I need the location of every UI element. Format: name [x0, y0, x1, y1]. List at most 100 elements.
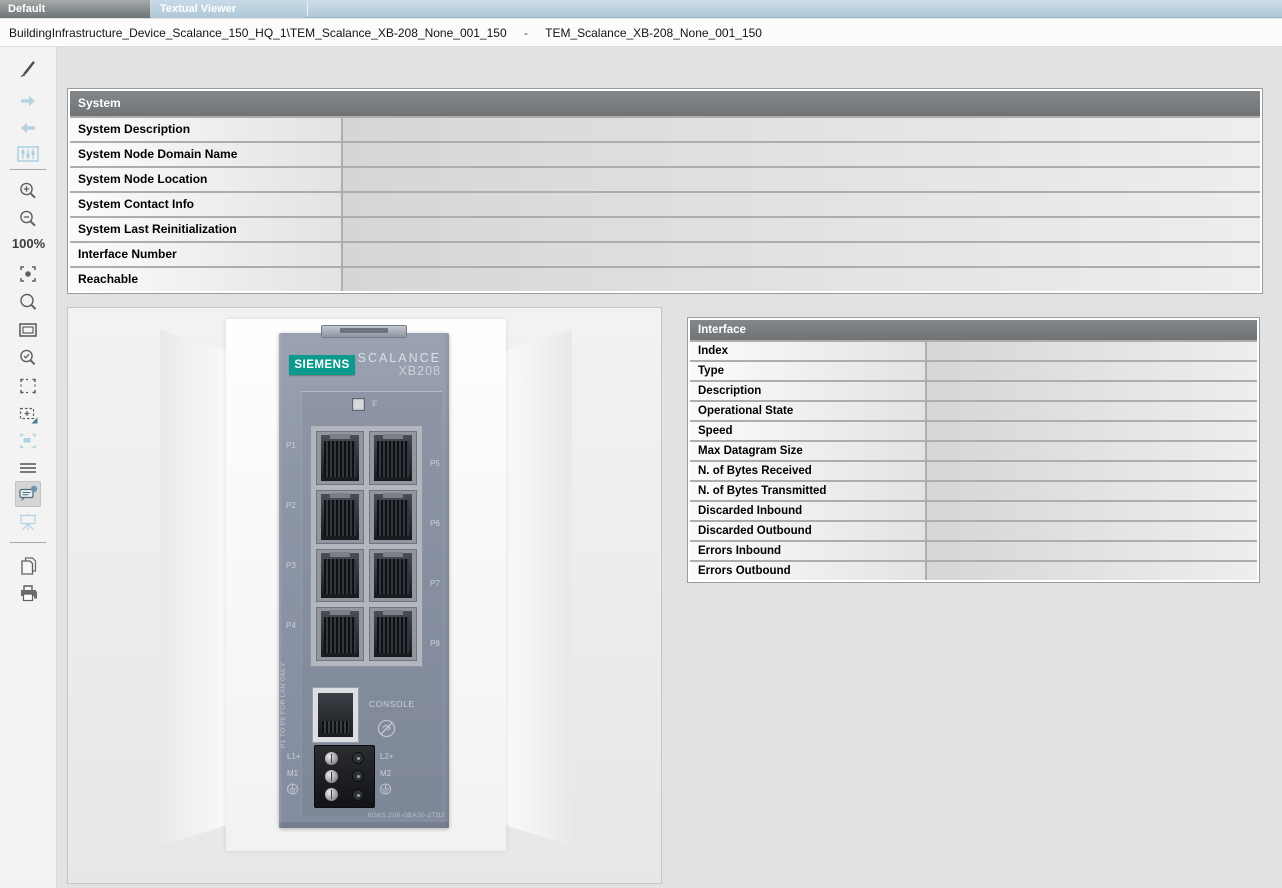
backdrop-right-wing	[506, 330, 572, 846]
row-value	[927, 402, 1257, 420]
row-label: Discarded Inbound	[690, 502, 927, 520]
system-panel-title: System	[70, 91, 1260, 116]
zoom-verify-icon[interactable]	[15, 345, 41, 371]
port-label-p4: P4	[286, 621, 296, 630]
rj45-jack	[374, 611, 412, 657]
row-value	[927, 382, 1257, 400]
table-row: Index	[690, 340, 1257, 360]
rj45-jack	[321, 611, 359, 657]
rj45-jack	[374, 494, 412, 540]
row-label: Interface Number	[70, 243, 343, 266]
copy-pages-icon[interactable]	[15, 553, 41, 579]
select-region-icon[interactable]	[15, 373, 41, 399]
port-label-p2: P2	[286, 501, 296, 510]
pan-region-icon[interactable]	[15, 401, 41, 427]
table-row: Speed	[690, 420, 1257, 440]
table-row: N. of Bytes Received	[690, 460, 1257, 480]
table-row: Description	[690, 380, 1257, 400]
zoom-out-icon[interactable]	[15, 206, 41, 232]
port-label-p6: P6	[430, 519, 440, 528]
row-value	[927, 442, 1257, 460]
table-row: System Description	[70, 116, 1260, 141]
table-row: Max Datagram Size	[690, 440, 1257, 460]
row-value	[927, 362, 1257, 380]
ground-symbol-icon	[379, 783, 392, 796]
fit-view-icon[interactable]	[15, 261, 41, 287]
lan-only-note: P1 TO P8 FOR LAN ONLY	[280, 633, 290, 748]
table-row: Operational State	[690, 400, 1257, 420]
edit-pen-icon[interactable]	[15, 55, 41, 81]
table-row: System Last Reinitialization	[70, 216, 1260, 241]
interface-panel-title: Interface	[690, 320, 1257, 340]
window-view-icon[interactable]	[15, 317, 41, 343]
row-value	[927, 422, 1257, 440]
view-tab-bar: Default Textual Viewer	[0, 0, 1282, 18]
no-telephone-icon	[376, 718, 397, 739]
device-card: SIEMENS SCALANCE XB208 F P1 P2 P3 P4	[226, 319, 506, 851]
breadcrumb-separator: -	[524, 19, 528, 47]
row-label: System Contact Info	[70, 193, 343, 216]
row-value	[343, 143, 1260, 166]
toolbar-separator	[10, 542, 46, 543]
zoom-in-icon[interactable]	[15, 178, 41, 204]
terminal-screw	[325, 752, 338, 765]
row-value	[927, 562, 1257, 580]
terminal-label-m2: M2	[380, 769, 391, 778]
table-row: Discarded Inbound	[690, 500, 1257, 520]
back-arrow-icon[interactable]	[15, 115, 41, 141]
row-label: Type	[690, 362, 927, 380]
rj45-jack	[374, 553, 412, 599]
zoom-level-label[interactable]: 100%	[0, 236, 57, 251]
breadcrumb-selection: TEM_Scalance_XB-208_None_001_150	[545, 26, 762, 40]
tab-separator	[307, 2, 308, 16]
breadcrumb: BuildingInfrastructure_Device_Scalance_1…	[0, 19, 1282, 47]
viewer-toolbar: 100%	[0, 47, 57, 888]
layers-list-icon[interactable]	[15, 455, 41, 481]
magnifier-icon[interactable]	[15, 289, 41, 315]
system-properties-panel: System System DescriptionSystem Node Dom…	[67, 88, 1263, 294]
row-label: System Node Domain Name	[70, 143, 343, 166]
row-label: System Node Location	[70, 168, 343, 191]
frame-disabled-icon[interactable]	[15, 428, 41, 454]
row-label: Max Datagram Size	[690, 442, 927, 460]
tab-default[interactable]: Default	[0, 0, 150, 18]
rj45-jack	[321, 494, 359, 540]
row-label: N. of Bytes Transmitted	[690, 482, 927, 500]
row-value	[343, 268, 1260, 291]
row-label: Speed	[690, 422, 927, 440]
terminal-screw	[352, 789, 364, 801]
fault-led-label: F	[372, 399, 378, 409]
breadcrumb-path: BuildingInfrastructure_Device_Scalance_1…	[9, 26, 507, 40]
interface-properties-panel: Interface Index TypeDescription Operationa…	[687, 317, 1260, 583]
row-value	[343, 218, 1260, 241]
application-window: { "tabs": [ { "label": "Default", "activ…	[0, 0, 1282, 888]
row-value	[927, 502, 1257, 520]
rj45-port-block	[310, 425, 423, 667]
table-row: Interface Number	[70, 241, 1260, 266]
forward-arrow-icon[interactable]	[15, 88, 41, 114]
terminal-screw	[325, 788, 338, 801]
row-value	[927, 342, 1257, 360]
table-row: System Contact Info	[70, 191, 1260, 216]
port-label-p5: P5	[430, 459, 440, 468]
terminal-screw	[352, 770, 364, 782]
row-value	[927, 522, 1257, 540]
siemens-logo: SIEMENS	[289, 355, 355, 375]
rj45-jack	[321, 435, 359, 481]
row-value	[343, 168, 1260, 191]
filter-sliders-icon[interactable]	[15, 141, 41, 167]
rj45-port	[316, 431, 364, 485]
table-row: Errors Inbound	[690, 540, 1257, 560]
rj45-jack	[374, 435, 412, 481]
print-icon[interactable]	[15, 580, 41, 606]
device-part-number: 6GK5 208-0BA00-2TB2	[368, 812, 446, 819]
row-label: Operational State	[690, 402, 927, 420]
row-value	[927, 462, 1257, 480]
projection-disabled-icon[interactable]	[15, 509, 41, 535]
row-label: Index	[690, 342, 927, 360]
table-row: Reachable	[70, 266, 1260, 291]
device-image-scalance-xb208: SIEMENS SCALANCE XB208 F P1 P2 P3 P4	[279, 333, 449, 828]
row-label: Reachable	[70, 268, 343, 291]
tab-textual-viewer[interactable]: Textual Viewer	[152, 0, 305, 18]
comment-icon[interactable]	[15, 481, 41, 507]
